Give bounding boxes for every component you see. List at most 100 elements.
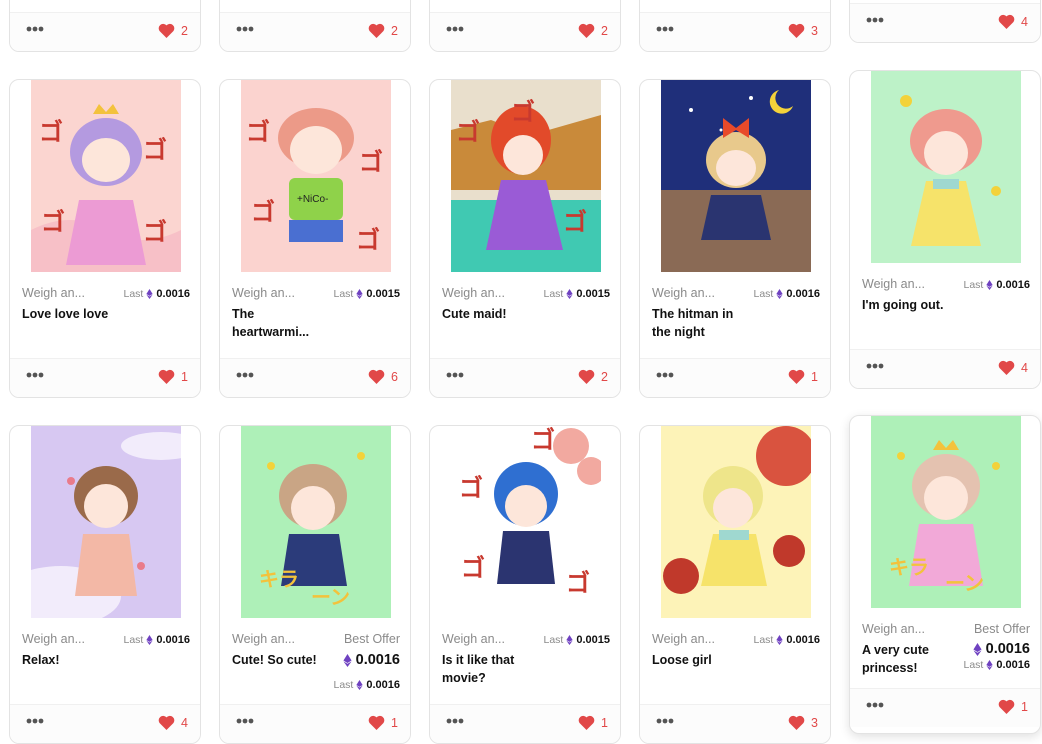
nft-image[interactable]: ゴ ゴ ゴ ゴ bbox=[10, 80, 200, 272]
card-footer: 4 bbox=[850, 349, 1040, 388]
nft-image[interactable]: キラ ーン bbox=[220, 426, 410, 618]
like-count: 1 bbox=[181, 369, 188, 384]
more-options-icon[interactable] bbox=[656, 718, 674, 724]
card-info: Weigh an... Last 0.0016 Love love love bbox=[22, 286, 190, 323]
nft-image[interactable]: +NiCo- ゴ ゴ ゴ ゴ bbox=[220, 80, 410, 272]
nft-title[interactable]: Cute maid! bbox=[442, 305, 542, 323]
nft-image[interactable] bbox=[10, 426, 200, 618]
collection-name[interactable]: Weigh an... bbox=[22, 286, 85, 300]
nft-title[interactable]: I'm going out. bbox=[862, 296, 962, 314]
last-price: 0.0016 bbox=[156, 634, 190, 646]
last-sale: Last 0.0016 bbox=[963, 659, 1030, 671]
collection-name[interactable]: Weigh an... bbox=[442, 286, 505, 300]
heart-icon bbox=[368, 23, 385, 38]
like-button[interactable]: 1 bbox=[788, 369, 818, 384]
like-button[interactable]: 2 bbox=[368, 23, 398, 38]
svg-text:ゴ: ゴ bbox=[246, 118, 270, 146]
heart-icon bbox=[368, 369, 385, 384]
more-options-icon[interactable] bbox=[446, 26, 464, 32]
like-count: 2 bbox=[181, 23, 188, 38]
nft-title[interactable]: Love love love bbox=[22, 305, 122, 323]
nft-card[interactable]: Weigh an... Last 0.0016 Loose girl 3 bbox=[639, 425, 831, 744]
nft-card-top-4[interactable]: 3 bbox=[639, 0, 831, 52]
last-sale: Last 0.0016 bbox=[333, 679, 400, 691]
last-sale: Last 0.0015 bbox=[333, 288, 400, 300]
nft-image[interactable]: ゴ ゴ ゴ ゴ bbox=[430, 426, 620, 618]
more-options-icon[interactable] bbox=[656, 26, 674, 32]
more-options-icon[interactable] bbox=[26, 718, 44, 724]
collection-name[interactable]: Weigh an... bbox=[862, 622, 925, 636]
svg-text:ゴ: ゴ bbox=[143, 218, 167, 246]
collection-name[interactable]: Weigh an... bbox=[442, 632, 505, 646]
heart-icon bbox=[998, 699, 1015, 714]
more-options-icon[interactable] bbox=[656, 372, 674, 378]
nft-title[interactable]: Relax! bbox=[22, 651, 122, 669]
nft-image[interactable] bbox=[850, 71, 1040, 263]
nft-card[interactable]: キラ ーン Weigh an... Best Offer A very cute… bbox=[849, 415, 1041, 734]
nft-title[interactable]: The hitman in the night bbox=[652, 305, 752, 341]
like-button[interactable]: 2 bbox=[578, 23, 608, 38]
svg-text:ゴ: ゴ bbox=[356, 226, 380, 254]
card-info: Weigh an... Last 0.0016 I'm going out. bbox=[862, 277, 1030, 314]
collection-name[interactable]: Weigh an... bbox=[232, 286, 295, 300]
more-options-icon[interactable] bbox=[26, 26, 44, 32]
nft-card[interactable]: +NiCo- ゴ ゴ ゴ ゴ Weigh an... Last 0.0015 Th… bbox=[219, 79, 411, 398]
more-options-icon[interactable] bbox=[236, 718, 254, 724]
nft-title[interactable]: Is it like that movie? bbox=[442, 651, 542, 687]
more-options-icon[interactable] bbox=[866, 17, 884, 23]
more-options-icon[interactable] bbox=[236, 26, 254, 32]
like-button[interactable]: 1 bbox=[998, 699, 1028, 714]
more-options-icon[interactable] bbox=[26, 372, 44, 378]
collection-name[interactable]: Weigh an... bbox=[652, 632, 715, 646]
card-info: Weigh an... Last 0.0016 Relax! bbox=[22, 632, 190, 669]
nft-card-top-1[interactable]: 2 bbox=[9, 0, 201, 52]
more-options-icon[interactable] bbox=[236, 372, 254, 378]
nft-title[interactable]: Loose girl bbox=[652, 651, 752, 669]
best-offer-price: 0.0016 bbox=[343, 652, 400, 668]
more-options-icon[interactable] bbox=[446, 372, 464, 378]
last-label: Last bbox=[123, 634, 144, 646]
like-button[interactable]: 2 bbox=[578, 369, 608, 384]
like-button[interactable]: 3 bbox=[788, 23, 818, 38]
nft-card[interactable]: キラ ーン Weigh an... Best Offer Cute! So cu… bbox=[219, 425, 411, 744]
nft-card[interactable]: ゴ ゴ ゴ ゴ Weigh an... Last 0.0015 Is it lik… bbox=[429, 425, 621, 744]
nft-image[interactable]: ゴ ゴ ゴ bbox=[430, 80, 620, 272]
last-sale: Last 0.0016 bbox=[753, 634, 820, 646]
card-footer: 1 bbox=[640, 358, 830, 397]
nft-image[interactable] bbox=[640, 426, 830, 618]
collection-name[interactable]: Weigh an... bbox=[652, 286, 715, 300]
nft-card-top-2[interactable]: 2 bbox=[219, 0, 411, 52]
card-footer: 4 bbox=[10, 704, 200, 743]
svg-text:ゴ: ゴ bbox=[359, 148, 383, 176]
nft-title[interactable]: The heartwarmi... bbox=[232, 305, 332, 341]
more-options-icon[interactable] bbox=[866, 702, 884, 708]
like-count: 3 bbox=[811, 23, 818, 38]
nft-title[interactable]: Cute! So cute! bbox=[232, 651, 332, 669]
last-price: 0.0016 bbox=[786, 634, 820, 646]
last-label: Last bbox=[333, 288, 354, 300]
like-count: 4 bbox=[1021, 360, 1028, 375]
like-button[interactable]: 6 bbox=[368, 369, 398, 384]
more-options-icon[interactable] bbox=[866, 363, 884, 369]
like-button[interactable]: 2 bbox=[158, 23, 188, 38]
nft-title[interactable]: A very cute princess! bbox=[862, 641, 952, 677]
collection-name[interactable]: Weigh an... bbox=[862, 277, 925, 291]
collection-name[interactable]: Weigh an... bbox=[22, 632, 85, 646]
nft-card[interactable]: Weigh an... Last 0.0016 Relax! 4 bbox=[9, 425, 201, 744]
svg-text:キラ: キラ bbox=[259, 569, 299, 591]
nft-card[interactable]: Weigh an... Last 0.0016 I'm going out. 4 bbox=[849, 70, 1041, 389]
like-button[interactable]: 4 bbox=[998, 14, 1028, 29]
nft-card-top-3[interactable]: 2 bbox=[429, 0, 621, 52]
nft-image[interactable] bbox=[640, 80, 830, 272]
svg-text:+NiCo-: +NiCo- bbox=[297, 194, 328, 205]
more-options-icon[interactable] bbox=[446, 718, 464, 724]
nft-card[interactable]: ゴ ゴ ゴ Weigh an... Last 0.0015 Cute maid! … bbox=[429, 79, 621, 398]
nft-card[interactable]: Weigh an... Last 0.0016 The hitman in the… bbox=[639, 79, 831, 398]
nft-card[interactable]: ゴ ゴ ゴ ゴ Weigh an... Last 0.0016 Love love… bbox=[9, 79, 201, 398]
nft-image[interactable]: キラ ーン bbox=[850, 416, 1040, 608]
nft-card-top-5[interactable]: 4 bbox=[849, 0, 1041, 43]
svg-text:ーン: ーン bbox=[311, 587, 350, 609]
like-button[interactable]: 4 bbox=[998, 360, 1028, 375]
like-button[interactable]: 1 bbox=[158, 369, 188, 384]
collection-name[interactable]: Weigh an... bbox=[232, 632, 295, 646]
